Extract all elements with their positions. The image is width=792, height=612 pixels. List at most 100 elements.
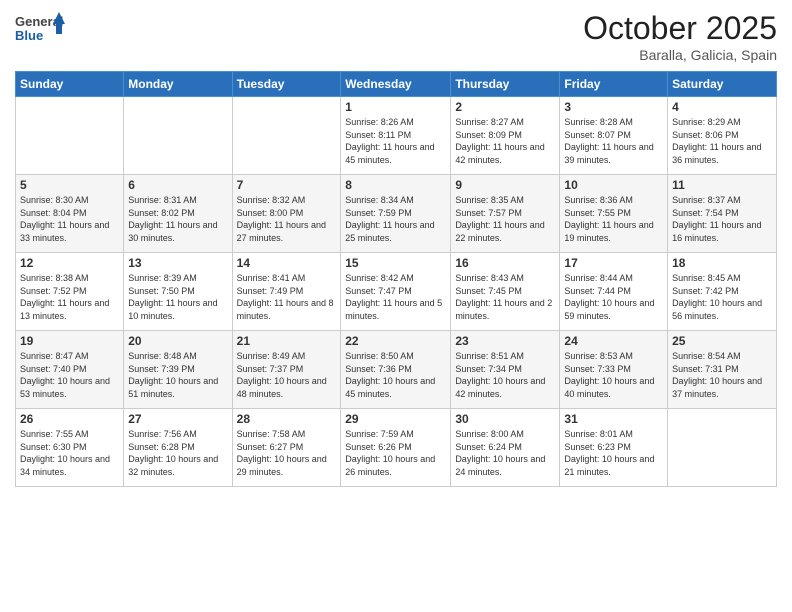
month-title: October 2025 bbox=[583, 10, 777, 47]
day-number: 15 bbox=[345, 256, 446, 270]
col-thursday: Thursday bbox=[451, 72, 560, 97]
cell-content: Sunrise: 8:41 AM Sunset: 7:49 PM Dayligh… bbox=[237, 272, 337, 322]
day-number: 10 bbox=[564, 178, 663, 192]
table-row: 8 Sunrise: 8:34 AM Sunset: 7:59 PM Daylig… bbox=[341, 175, 451, 253]
day-number: 20 bbox=[128, 334, 227, 348]
col-friday: Friday bbox=[560, 72, 668, 97]
table-row: 19 Sunrise: 8:47 AM Sunset: 7:40 PM Dayli… bbox=[16, 331, 124, 409]
day-number: 25 bbox=[672, 334, 772, 348]
cell-content: Sunrise: 8:01 AM Sunset: 6:23 PM Dayligh… bbox=[564, 428, 663, 478]
cell-content: Sunrise: 8:28 AM Sunset: 8:07 PM Dayligh… bbox=[564, 116, 663, 166]
col-tuesday: Tuesday bbox=[232, 72, 341, 97]
cell-content: Sunrise: 8:45 AM Sunset: 7:42 PM Dayligh… bbox=[672, 272, 772, 322]
table-row: 13Sunrise: 8:39 AM Sunset: 7:50 PM Dayli… bbox=[124, 253, 232, 331]
day-number: 22 bbox=[345, 334, 446, 348]
day-number: 29 bbox=[345, 412, 446, 426]
table-row: 11 Sunrise: 8:37 AM Sunset: 7:54 PM Dayli… bbox=[668, 175, 777, 253]
location: Baralla, Galicia, Spain bbox=[583, 47, 777, 63]
table-row: 25 Sunrise: 8:54 AM Sunset: 7:31 PM Dayli… bbox=[668, 331, 777, 409]
cell-content: Sunrise: 8:47 AM Sunset: 7:40 PM Dayligh… bbox=[20, 350, 119, 400]
day-number: 12 bbox=[20, 256, 119, 270]
table-row: 30 Sunrise: 8:00 AM Sunset: 6:24 PM Dayli… bbox=[451, 409, 560, 487]
calendar-week-3: 12Sunrise: 8:38 AM Sunset: 7:52 PM Dayli… bbox=[16, 253, 777, 331]
cell-content: Sunrise: 8:00 AM Sunset: 6:24 PM Dayligh… bbox=[455, 428, 555, 478]
table-row: 23Sunrise: 8:51 AM Sunset: 7:34 PM Dayli… bbox=[451, 331, 560, 409]
table-row: 27 Sunrise: 7:56 AM Sunset: 6:28 PM Dayli… bbox=[124, 409, 232, 487]
table-row bbox=[124, 97, 232, 175]
day-number: 30 bbox=[455, 412, 555, 426]
cell-content: Sunrise: 8:49 AM Sunset: 7:37 PM Dayligh… bbox=[237, 350, 337, 400]
col-sunday: Sunday bbox=[16, 72, 124, 97]
col-wednesday: Wednesday bbox=[341, 72, 451, 97]
table-row: 4 Sunrise: 8:29 AM Sunset: 8:06 PM Daylig… bbox=[668, 97, 777, 175]
cell-content: Sunrise: 8:51 AM Sunset: 7:34 PM Dayligh… bbox=[455, 350, 555, 400]
svg-text:Blue: Blue bbox=[15, 28, 43, 43]
table-row: 5 Sunrise: 8:30 AM Sunset: 8:04 PM Daylig… bbox=[16, 175, 124, 253]
table-row: 16 Sunrise: 8:43 AM Sunset: 7:45 PM Dayli… bbox=[451, 253, 560, 331]
calendar-header-row: Sunday Monday Tuesday Wednesday Thursday… bbox=[16, 72, 777, 97]
day-number: 7 bbox=[237, 178, 337, 192]
table-row: 28 Sunrise: 7:58 AM Sunset: 6:27 PM Dayli… bbox=[232, 409, 341, 487]
day-number: 6 bbox=[128, 178, 227, 192]
table-row: 14 Sunrise: 8:41 AM Sunset: 7:49 PM Dayli… bbox=[232, 253, 341, 331]
cell-content: Sunrise: 8:50 AM Sunset: 7:36 PM Dayligh… bbox=[345, 350, 446, 400]
cell-content: Sunrise: 8:30 AM Sunset: 8:04 PM Dayligh… bbox=[20, 194, 119, 244]
table-row: 7 Sunrise: 8:32 AM Sunset: 8:00 PM Daylig… bbox=[232, 175, 341, 253]
table-row bbox=[232, 97, 341, 175]
day-number: 28 bbox=[237, 412, 337, 426]
calendar: Sunday Monday Tuesday Wednesday Thursday… bbox=[15, 71, 777, 487]
calendar-week-4: 19 Sunrise: 8:47 AM Sunset: 7:40 PM Dayli… bbox=[16, 331, 777, 409]
day-number: 24 bbox=[564, 334, 663, 348]
cell-content: Sunrise: 8:37 AM Sunset: 7:54 PM Dayligh… bbox=[672, 194, 772, 244]
table-row: 26 Sunrise: 7:55 AM Sunset: 6:30 PM Dayli… bbox=[16, 409, 124, 487]
table-row bbox=[16, 97, 124, 175]
day-number: 2 bbox=[455, 100, 555, 114]
day-number: 13 bbox=[128, 256, 227, 270]
cell-content: Sunrise: 8:53 AM Sunset: 7:33 PM Dayligh… bbox=[564, 350, 663, 400]
table-row: 2 Sunrise: 8:27 AM Sunset: 8:09 PM Daylig… bbox=[451, 97, 560, 175]
table-row: 1 Sunrise: 8:26 AM Sunset: 8:11 PM Daylig… bbox=[341, 97, 451, 175]
table-row: 17 Sunrise: 8:44 AM Sunset: 7:44 PM Dayli… bbox=[560, 253, 668, 331]
day-number: 8 bbox=[345, 178, 446, 192]
table-row: 29Sunrise: 7:59 AM Sunset: 6:26 PM Dayli… bbox=[341, 409, 451, 487]
cell-content: Sunrise: 7:56 AM Sunset: 6:28 PM Dayligh… bbox=[128, 428, 227, 478]
table-row: 12Sunrise: 8:38 AM Sunset: 7:52 PM Dayli… bbox=[16, 253, 124, 331]
day-number: 1 bbox=[345, 100, 446, 114]
cell-content: Sunrise: 8:42 AM Sunset: 7:47 PM Dayligh… bbox=[345, 272, 446, 322]
table-row: 20Sunrise: 8:48 AM Sunset: 7:39 PM Dayli… bbox=[124, 331, 232, 409]
cell-content: Sunrise: 8:26 AM Sunset: 8:11 PM Dayligh… bbox=[345, 116, 446, 166]
table-row: 3Sunrise: 8:28 AM Sunset: 8:07 PM Daylig… bbox=[560, 97, 668, 175]
day-number: 16 bbox=[455, 256, 555, 270]
calendar-week-5: 26 Sunrise: 7:55 AM Sunset: 6:30 PM Dayli… bbox=[16, 409, 777, 487]
cell-content: Sunrise: 8:31 AM Sunset: 8:02 PM Dayligh… bbox=[128, 194, 227, 244]
day-number: 27 bbox=[128, 412, 227, 426]
table-row: 9Sunrise: 8:35 AM Sunset: 7:57 PM Daylig… bbox=[451, 175, 560, 253]
table-row: 6 Sunrise: 8:31 AM Sunset: 8:02 PM Daylig… bbox=[124, 175, 232, 253]
logo-svg: General Blue bbox=[15, 10, 65, 52]
calendar-week-2: 5 Sunrise: 8:30 AM Sunset: 8:04 PM Daylig… bbox=[16, 175, 777, 253]
day-number: 4 bbox=[672, 100, 772, 114]
cell-content: Sunrise: 8:54 AM Sunset: 7:31 PM Dayligh… bbox=[672, 350, 772, 400]
day-number: 14 bbox=[237, 256, 337, 270]
cell-content: Sunrise: 7:58 AM Sunset: 6:27 PM Dayligh… bbox=[237, 428, 337, 478]
day-number: 21 bbox=[237, 334, 337, 348]
day-number: 19 bbox=[20, 334, 119, 348]
page: General Blue October 2025 Baralla, Galic… bbox=[0, 0, 792, 612]
cell-content: Sunrise: 8:29 AM Sunset: 8:06 PM Dayligh… bbox=[672, 116, 772, 166]
table-row: 31Sunrise: 8:01 AM Sunset: 6:23 PM Dayli… bbox=[560, 409, 668, 487]
cell-content: Sunrise: 8:44 AM Sunset: 7:44 PM Dayligh… bbox=[564, 272, 663, 322]
cell-content: Sunrise: 8:32 AM Sunset: 8:00 PM Dayligh… bbox=[237, 194, 337, 244]
logo: General Blue bbox=[15, 10, 65, 52]
cell-content: Sunrise: 8:27 AM Sunset: 8:09 PM Dayligh… bbox=[455, 116, 555, 166]
table-row: 21 Sunrise: 8:49 AM Sunset: 7:37 PM Dayli… bbox=[232, 331, 341, 409]
day-number: 26 bbox=[20, 412, 119, 426]
day-number: 17 bbox=[564, 256, 663, 270]
cell-content: Sunrise: 7:55 AM Sunset: 6:30 PM Dayligh… bbox=[20, 428, 119, 478]
cell-content: Sunrise: 8:43 AM Sunset: 7:45 PM Dayligh… bbox=[455, 272, 555, 322]
day-number: 11 bbox=[672, 178, 772, 192]
day-number: 5 bbox=[20, 178, 119, 192]
day-number: 18 bbox=[672, 256, 772, 270]
day-number: 9 bbox=[455, 178, 555, 192]
col-saturday: Saturday bbox=[668, 72, 777, 97]
cell-content: Sunrise: 8:34 AM Sunset: 7:59 PM Dayligh… bbox=[345, 194, 446, 244]
